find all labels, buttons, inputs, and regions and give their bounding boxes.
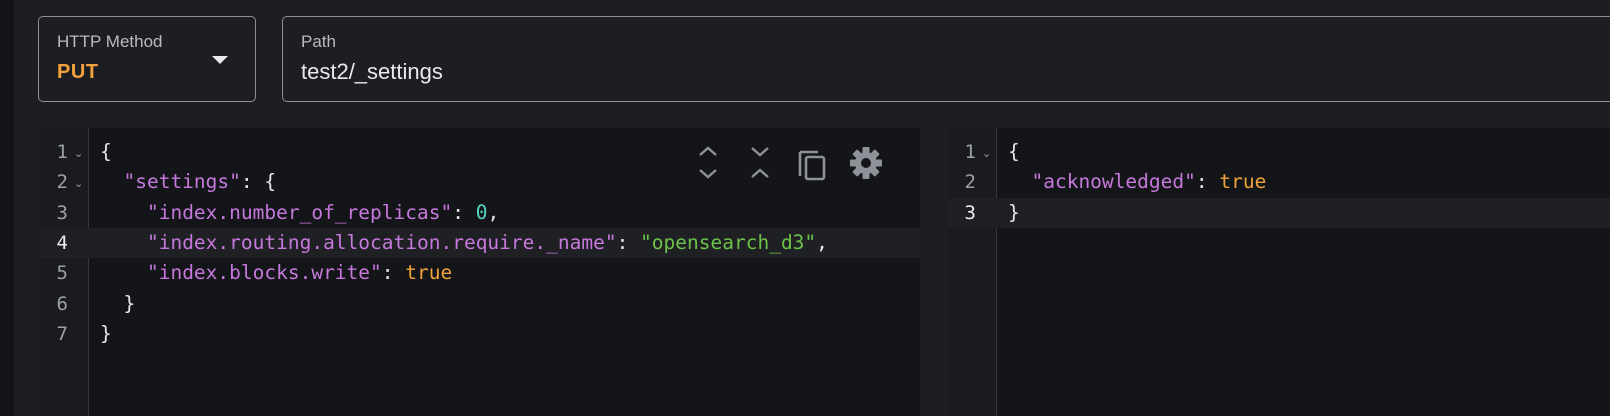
copy-icon[interactable] <box>794 144 830 184</box>
path-label: Path <box>301 32 336 51</box>
line-number: 2 <box>964 171 976 194</box>
fold-toggle-icon[interactable]: ⌄ <box>982 137 991 167</box>
code-line[interactable]: 1 ⌄ { <box>40 137 920 167</box>
code-text[interactable]: "acknowledged": true <box>1008 167 1266 197</box>
code-token: 0 <box>475 200 488 224</box>
code-token: "settings" <box>123 170 241 194</box>
fold-toggle-icon[interactable]: ⌄ <box>74 137 83 167</box>
code-text[interactable]: } <box>1008 198 1020 228</box>
line-number: 6 <box>56 292 68 315</box>
line-number: 3 <box>56 201 68 224</box>
code-token: { <box>100 140 112 163</box>
code-token: true <box>1219 170 1267 194</box>
code-token: : { <box>240 170 277 194</box>
collapse-all-icon[interactable] <box>742 144 778 184</box>
line-number: 2 <box>56 171 68 194</box>
code-line[interactable]: 2 ⌄ "settings": { <box>40 167 920 197</box>
code-token: : <box>381 261 406 285</box>
code-token: , <box>487 200 500 224</box>
code-token: "index.number_of_replicas" <box>146 200 453 224</box>
path-value[interactable]: test2/_settings <box>301 59 443 85</box>
code-text[interactable]: { <box>100 137 112 167</box>
code-text[interactable]: "index.blocks.write": true <box>100 258 452 288</box>
code-token: : <box>616 230 641 254</box>
code-line[interactable]: 3} <box>948 197 1610 228</box>
http-method-label: HTTP Method <box>57 32 163 51</box>
code-token: { <box>1008 140 1020 163</box>
gear-icon[interactable] <box>848 144 884 184</box>
code-text[interactable]: } <box>100 319 112 349</box>
line-number: 5 <box>56 262 68 285</box>
code-line[interactable]: 5 "index.blocks.write": true <box>40 258 920 288</box>
code-token: "opensearch_d3" <box>640 230 817 254</box>
dropdown-caret-icon[interactable] <box>212 56 228 64</box>
code-text[interactable]: "settings": { <box>100 167 276 197</box>
line-number: 7 <box>56 322 68 345</box>
code-line[interactable]: 3 "index.number_of_replicas": 0, <box>40 198 920 228</box>
request-body-editor[interactable]: 1 ⌄{2 ⌄ "settings": {3 "index.number_of_re… <box>40 128 920 416</box>
code-token: , <box>816 230 828 254</box>
code-token: } <box>100 291 136 315</box>
code-text[interactable]: { <box>1008 137 1020 167</box>
code-text[interactable]: "index.number_of_replicas": 0, <box>100 198 499 228</box>
code-token: } <box>100 321 112 345</box>
line-number: 4 <box>56 231 68 254</box>
http-method-value: PUT <box>57 61 99 83</box>
response-viewer[interactable]: 1 ⌄{2 "acknowledged": true 3} <box>948 128 1610 416</box>
code-token: : <box>1195 170 1220 194</box>
code-token: "index.blocks.write" <box>146 261 382 285</box>
code-line[interactable]: 6 } <box>40 289 920 319</box>
code-token: true <box>405 261 453 285</box>
left-edge-strip <box>0 0 14 416</box>
line-number: 1 <box>964 141 976 163</box>
code-text[interactable]: } <box>100 289 135 319</box>
line-number: 1 <box>56 141 68 163</box>
code-line[interactable]: 4 "index.routing.allocation.require._nam… <box>40 227 920 258</box>
expand-all-icon[interactable] <box>690 144 726 184</box>
code-line[interactable]: 2 "acknowledged": true <box>948 167 1610 197</box>
code-token: "acknowledged" <box>1031 170 1196 194</box>
code-token: } <box>1008 200 1020 224</box>
fold-toggle-icon[interactable]: ⌄ <box>74 167 83 197</box>
code-token: "index.routing.allocation.require._name" <box>146 230 617 254</box>
code-line[interactable]: 7} <box>40 319 920 349</box>
code-line[interactable]: 1 ⌄ { <box>948 137 1610 167</box>
http-method-select[interactable]: HTTP Method PUT <box>38 16 256 102</box>
code-token: : <box>452 200 476 224</box>
line-number: 3 <box>964 201 976 224</box>
code-text[interactable]: "index.routing.allocation.require._name"… <box>100 228 828 258</box>
path-input[interactable]: Path test2/_settings <box>282 16 1610 102</box>
